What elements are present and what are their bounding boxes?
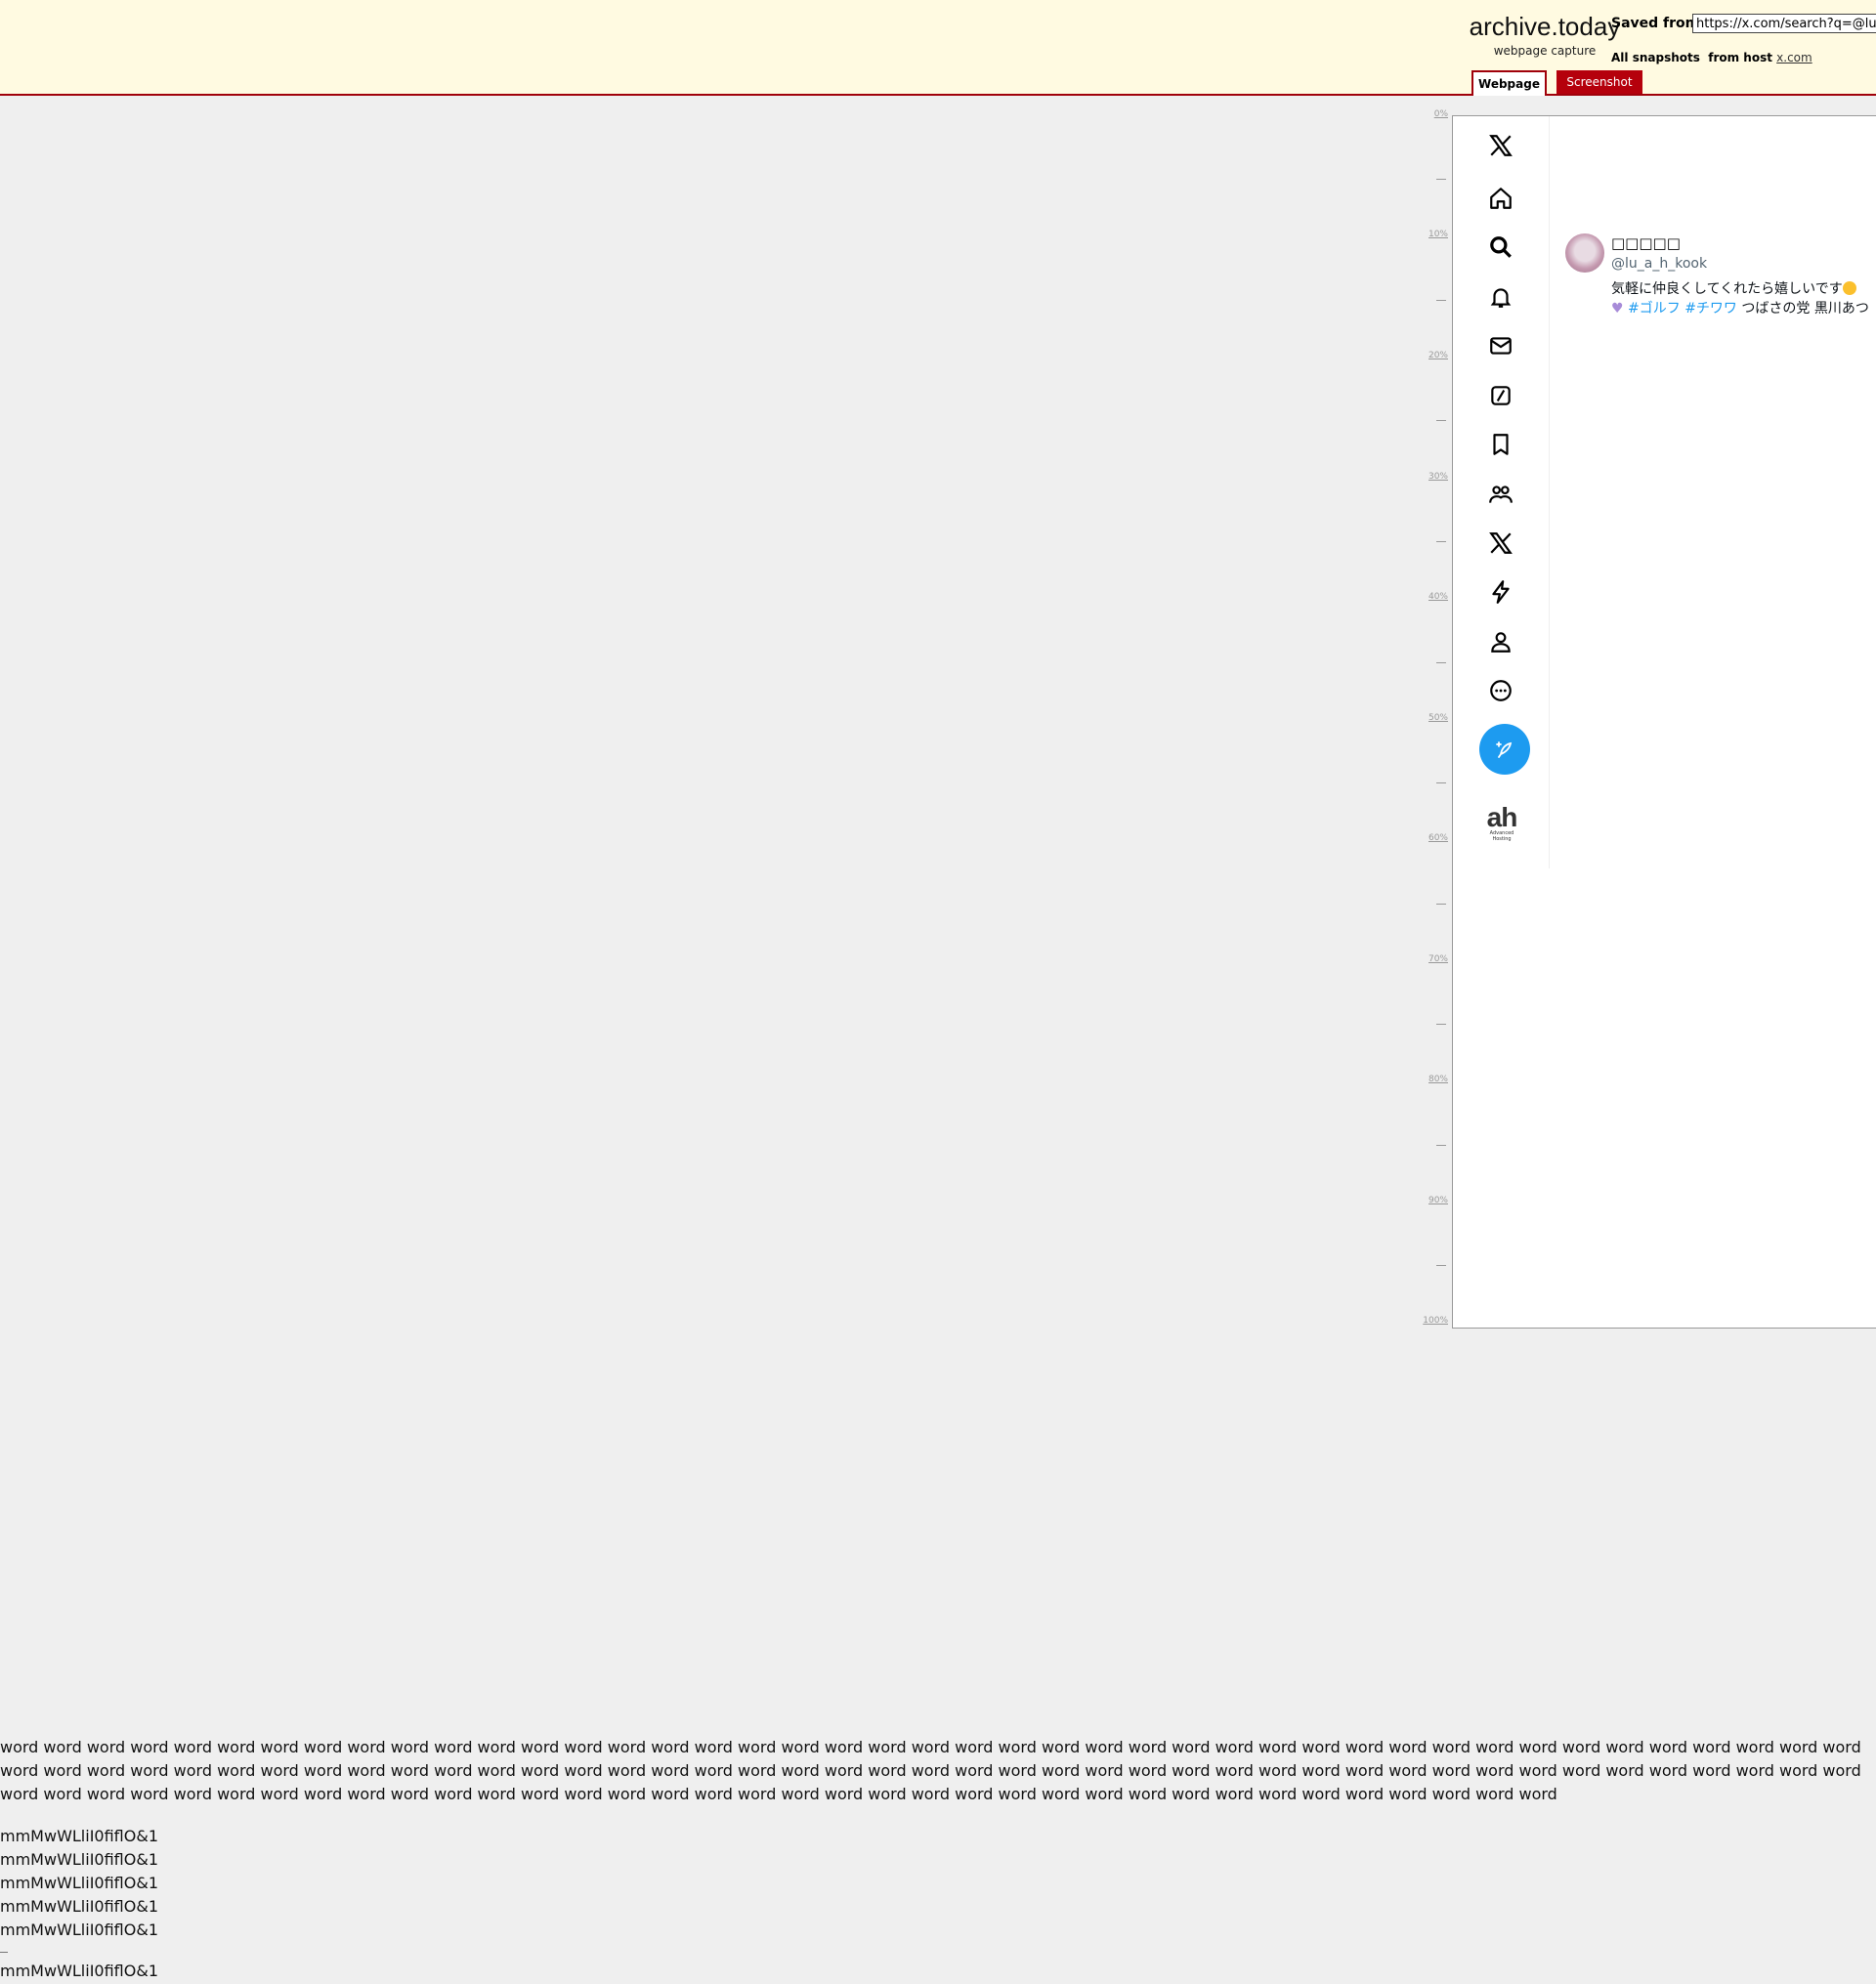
compose-post-button[interactable] <box>1479 724 1530 775</box>
glyph-test-line: mmMwWLliI0fiflO&1 <box>0 1850 158 1869</box>
ruler-tick <box>1436 300 1446 301</box>
hashtag-link[interactable]: #チワワ <box>1684 301 1737 317</box>
ruler-label[interactable]: 90% <box>1428 1196 1448 1205</box>
tab-screenshot[interactable]: Screenshot <box>1556 70 1642 94</box>
ruler-tick <box>1436 1024 1446 1025</box>
home-icon[interactable] <box>1485 183 1516 214</box>
ruler-label[interactable]: 20% <box>1428 351 1448 360</box>
from-host-label: from host <box>1708 51 1772 64</box>
glyph-test-line: mmMwWLliI0fiflO&1 <box>0 1827 158 1845</box>
ruler-tick <box>1436 1265 1446 1266</box>
user-handle[interactable]: @lu_a_h_kook <box>1611 256 1707 272</box>
saved-url-field[interactable] <box>1692 14 1876 33</box>
ruler-label[interactable]: 70% <box>1428 954 1448 964</box>
glyph-test-line: mmMwWLliI0fiflO&1 <box>0 1962 158 1980</box>
ruler-label[interactable]: 80% <box>1428 1075 1448 1084</box>
advanced-hosting-logo[interactable]: ah Advanced Hosting <box>1482 804 1521 843</box>
purple-heart-icon: ♥ <box>1611 301 1624 317</box>
profile-icon[interactable] <box>1485 626 1516 657</box>
brand-subtitle: webpage capture <box>1493 44 1597 58</box>
user-display-name[interactable]: □□□□□ <box>1611 234 1681 252</box>
ruler-label[interactable]: 60% <box>1428 833 1448 843</box>
ruler-label[interactable]: 50% <box>1428 713 1448 723</box>
ruler-tick <box>1436 1145 1446 1146</box>
more-icon[interactable] <box>1485 675 1516 706</box>
verified-orgs-icon[interactable] <box>1485 576 1516 608</box>
hashtag-link[interactable]: #ゴルフ <box>1628 301 1681 317</box>
notifications-icon[interactable] <box>1485 281 1516 313</box>
host-link[interactable]: x.com <box>1776 51 1812 64</box>
tab-webpage[interactable]: Webpage <box>1471 70 1547 96</box>
glyph-test-line: mmMwWLliI0fiflO&1 <box>0 1874 158 1892</box>
bookmarks-icon[interactable] <box>1485 429 1516 460</box>
feather-plus-icon <box>1496 741 1513 758</box>
scroll-ruler: 0% 10% 20% 30% 40% 50% 60% 70% 80% 90% 1… <box>1407 109 1452 1326</box>
x-logo-icon[interactable] <box>1485 130 1516 161</box>
captured-page: ah Advanced Hosting □□□□□ @lu_a_h_kook 気… <box>1452 115 1876 1329</box>
x-sidebar-nav: ah Advanced Hosting <box>1453 116 1550 868</box>
ruler-label[interactable]: 10% <box>1428 230 1448 239</box>
messages-icon[interactable] <box>1485 330 1516 361</box>
ruler-tick <box>1436 420 1446 421</box>
ruler-label[interactable]: 30% <box>1428 472 1448 482</box>
ruler-tick <box>1436 179 1446 180</box>
grok-icon[interactable] <box>1485 380 1516 411</box>
saved-from-label: Saved from <box>1611 16 1700 31</box>
ruler-label[interactable]: 100% <box>1423 1316 1448 1326</box>
archive-brand[interactable]: archive.today webpage capture <box>1452 12 1638 58</box>
ruler-tick <box>1436 541 1446 542</box>
premium-icon[interactable] <box>1485 528 1516 559</box>
ruler-label[interactable]: 0% <box>1434 109 1448 119</box>
communities-icon[interactable] <box>1485 479 1516 510</box>
ruler-tick <box>1436 782 1446 783</box>
search-icon[interactable] <box>1485 232 1516 263</box>
smiling-face-emoji-icon <box>1842 281 1856 295</box>
all-snapshots-link[interactable]: All snapshots <box>1611 51 1700 64</box>
archive-header: archive.today webpage capture Saved from… <box>0 0 1876 96</box>
brand-title[interactable]: archive.today <box>1452 12 1638 42</box>
ruler-tick <box>1436 904 1446 905</box>
ruler-tick <box>1436 662 1446 663</box>
bio-text: 気軽に仲良くしてくれたら嬉しいです <box>1611 281 1843 297</box>
glyph-test-line: mmMwWLliI0fiflO&1 <box>0 1921 158 1939</box>
word-paragraph: word word word word word word word word … <box>0 1738 1861 1803</box>
bio-text: つばさの党 黒川あつ <box>1741 301 1869 317</box>
snapshots-row: All snapshots from host x.com <box>1611 51 1812 64</box>
divider <box>0 1952 8 1953</box>
ruler-label[interactable]: 40% <box>1428 592 1448 602</box>
user-bio-line: 気軽に仲良くしてくれたら嬉しいです <box>1611 278 1856 298</box>
user-bio-line: ♥ #ゴルフ #チワワ つばさの党 黒川あつ <box>1611 298 1869 317</box>
glyph-test-line: mmMwWLliI0fiflO&1 <box>0 1897 158 1916</box>
avatar[interactable] <box>1565 233 1604 273</box>
